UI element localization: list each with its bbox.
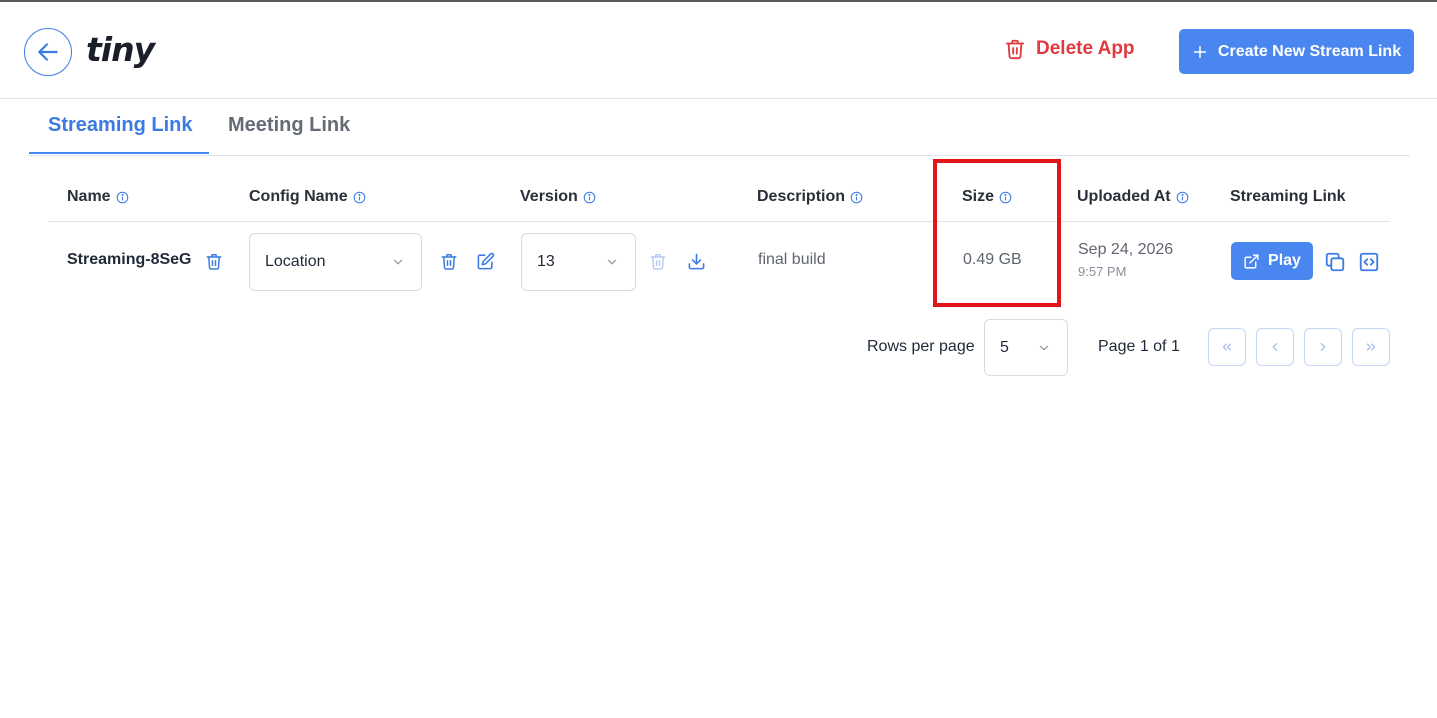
app-logo: tiny: [86, 30, 155, 69]
first-page-button[interactable]: [1208, 328, 1246, 366]
version-value: 13: [537, 253, 555, 270]
trash-icon: [206, 253, 222, 270]
info-icon[interactable]: [353, 191, 366, 204]
row-uploaded-time: 9:57 PM: [1078, 264, 1127, 279]
delete-version-button[interactable]: [648, 251, 668, 271]
create-stream-link-button[interactable]: Create New Stream Link: [1179, 29, 1414, 74]
rows-per-page-select[interactable]: 5: [984, 319, 1068, 376]
copy-link-button[interactable]: [1323, 250, 1347, 274]
edit-config-button[interactable]: [475, 251, 495, 271]
size-column-highlight: [933, 159, 1061, 307]
edit-icon: [477, 252, 494, 269]
tab-meeting-link[interactable]: Meeting Link: [228, 114, 350, 137]
info-icon[interactable]: [583, 191, 596, 204]
info-icon[interactable]: [850, 191, 863, 204]
version-select[interactable]: 13: [521, 233, 636, 291]
back-button[interactable]: [24, 28, 72, 76]
app-header: tiny Delete App Create New Stream Link: [0, 2, 1437, 99]
arrow-left-icon: [38, 43, 58, 61]
rows-per-page-value: 5: [1000, 338, 1009, 356]
page-indicator: Page 1 of 1: [1098, 338, 1180, 355]
chevron-left-icon: [1272, 342, 1278, 352]
trash-icon: [441, 253, 457, 270]
chevron-down-icon: [1039, 345, 1049, 351]
embed-code-button[interactable]: [1357, 250, 1381, 274]
column-header-version: Version: [520, 188, 596, 206]
trash-icon: [1005, 39, 1025, 60]
copy-icon: [1325, 252, 1345, 272]
config-name-select[interactable]: Location: [249, 233, 422, 291]
active-tab-indicator: [29, 152, 209, 154]
chevron-down-icon: [607, 259, 617, 265]
delete-stream-button[interactable]: [204, 251, 224, 271]
create-stream-link-label: Create New Stream Link: [1217, 42, 1402, 60]
info-icon[interactable]: [116, 191, 129, 204]
config-name-value: Location: [265, 253, 326, 270]
code-icon: [1359, 252, 1379, 272]
rows-per-page-label: Rows per page: [867, 338, 975, 355]
delete-app-label: Delete App: [1036, 38, 1135, 59]
chevrons-right-icon: [1366, 343, 1376, 351]
delete-config-button[interactable]: [439, 251, 459, 271]
chevrons-left-icon: [1222, 343, 1232, 351]
previous-page-button[interactable]: [1256, 328, 1294, 366]
column-header-config-name: Config Name: [249, 188, 366, 206]
last-page-button[interactable]: [1352, 328, 1390, 366]
tab-streaming-link[interactable]: Streaming Link: [48, 114, 192, 137]
tab-bar: Streaming Link Meeting Link: [29, 100, 1410, 156]
column-header-size: Size: [962, 188, 1012, 206]
external-link-icon: [1244, 253, 1259, 269]
chevron-right-icon: [1320, 342, 1326, 352]
column-header-name: Name: [67, 188, 129, 206]
play-label: Play: [1268, 252, 1301, 269]
download-icon: [688, 253, 704, 269]
column-header-streaming-link: Streaming Link: [1230, 188, 1346, 205]
column-header-description: Description: [757, 188, 863, 206]
play-button[interactable]: Play: [1231, 242, 1313, 280]
download-version-button[interactable]: [686, 251, 706, 271]
row-description: final build: [758, 251, 826, 268]
info-icon[interactable]: [1176, 191, 1189, 204]
trash-icon: [650, 253, 666, 270]
column-header-uploaded-at: Uploaded At: [1077, 188, 1189, 206]
plus-icon: [1193, 45, 1206, 58]
row-uploaded-date: Sep 24, 2026: [1078, 241, 1174, 258]
header-divider: [48, 221, 1390, 222]
next-page-button[interactable]: [1304, 328, 1342, 366]
delete-app-button[interactable]: Delete App: [1004, 37, 1135, 61]
info-icon[interactable]: [999, 191, 1012, 204]
chevron-down-icon: [393, 259, 403, 265]
row-size: 0.49 GB: [963, 251, 1022, 268]
row-name: Streaming-8SeG: [67, 251, 192, 268]
